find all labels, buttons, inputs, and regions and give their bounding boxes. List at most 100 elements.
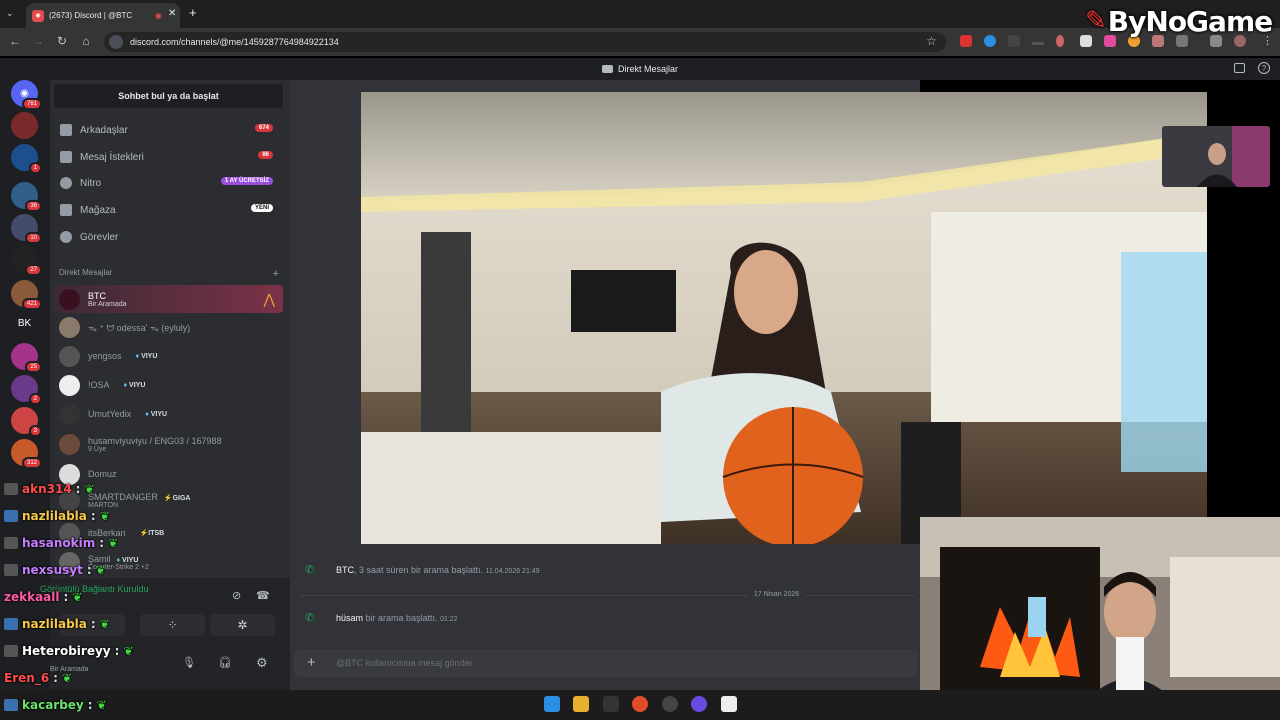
- avatar: [59, 403, 80, 425]
- chat-message: hasanokim : ❦: [4, 536, 118, 550]
- headphones-icon[interactable]: 🎧︎: [218, 656, 232, 669]
- home-icon[interactable]: ⌂: [78, 33, 94, 49]
- dm-item[interactable]: yengsos ♦ VIYU: [54, 342, 283, 370]
- shop-icon: [60, 204, 72, 216]
- leaf-emote-icon: ❦: [123, 644, 134, 658]
- tab-menu-icon[interactable]: ⌄: [6, 8, 14, 19]
- extension-icon[interactable]: [984, 35, 996, 47]
- chat-message: nazlilabla : ❦: [4, 509, 110, 523]
- settings-gear-icon[interactable]: ⚙: [256, 655, 268, 671]
- nav-message-requests[interactable]: Mesaj İstekleri 86: [54, 144, 283, 170]
- activities-button[interactable]: ⁘: [140, 614, 205, 636]
- extension-icon[interactable]: [1032, 42, 1044, 45]
- find-conversation-button[interactable]: Sohbet bul ya da başlat: [54, 84, 283, 108]
- avatar: [59, 345, 80, 367]
- extension-abp-icon[interactable]: [960, 35, 972, 47]
- guild-tag: ⚡ITSB: [139, 530, 165, 537]
- close-tab-icon[interactable]: ✕: [168, 8, 176, 19]
- create-dm-icon[interactable]: +: [273, 268, 279, 280]
- chat-message: nexsusyt : ❦: [4, 563, 106, 577]
- nav-quests[interactable]: Görevler: [54, 224, 283, 250]
- nav-shop[interactable]: Mağaza YENİ: [54, 197, 283, 223]
- server-icon[interactable]: 421: [11, 280, 42, 310]
- tab-title: (2673) Discord | @BTC: [49, 11, 133, 20]
- server-icon[interactable]: 25: [11, 343, 42, 373]
- date-divider-line: [300, 595, 915, 596]
- leaf-emote-icon: ❦: [99, 509, 110, 523]
- dm-item[interactable]: UmutYedix ♦ VIYU: [54, 400, 283, 428]
- site-info-icon[interactable]: [109, 35, 123, 49]
- dm-item-btc[interactable]: BTC Bir Aramada ⋀: [54, 285, 283, 313]
- file-explorer-icon[interactable]: [573, 696, 589, 712]
- message-input[interactable]: + @BTC kullanıcısına mesaj gönder: [294, 649, 918, 677]
- leaf-emote-icon: ❦: [72, 590, 83, 604]
- dm-item[interactable]: ᯓ ⁺ ᗢ odessa' ᯓ (eyluly): [54, 313, 283, 341]
- forward-icon[interactable]: →: [30, 33, 46, 49]
- chrome-icon[interactable]: [632, 696, 648, 712]
- document-icon[interactable]: [721, 696, 737, 712]
- avatar: [59, 433, 80, 455]
- server-bk[interactable]: BK: [11, 310, 38, 337]
- server-icon[interactable]: 10: [11, 214, 42, 244]
- new-tab-icon[interactable]: +: [189, 5, 197, 20]
- guild-tag: ♦ VIYU: [135, 352, 158, 360]
- reload-icon[interactable]: ↻: [54, 33, 70, 49]
- decoration-icon: ⋀: [263, 290, 275, 307]
- extension-icon[interactable]: [1008, 35, 1020, 47]
- friends-icon: [60, 124, 72, 136]
- app-icon[interactable]: [662, 696, 678, 712]
- dm-group-item[interactable]: husamviyuviyu / ENG03 / 167988 9 Üye: [54, 430, 283, 458]
- video-stream-tile[interactable]: [361, 92, 1207, 544]
- microphone-icon[interactable]: 🎙︎: [182, 656, 196, 669]
- disconnect-icon[interactable]: ☎: [256, 589, 270, 602]
- extension-icon[interactable]: [1056, 35, 1064, 47]
- leaf-emote-icon: ❦: [108, 536, 119, 550]
- leaf-emote-icon: ❦: [61, 671, 73, 685]
- server-icon[interactable]: 36: [11, 182, 42, 212]
- attach-plus-icon[interactable]: +: [307, 654, 316, 671]
- call-icon: ✆: [305, 564, 315, 576]
- nitro-icon: [60, 177, 72, 189]
- start-icon[interactable]: [544, 696, 560, 712]
- leaf-emote-icon: ❦: [96, 698, 107, 712]
- discord-titlebar: Direkt Mesajlar: [0, 58, 1280, 80]
- self-video-preview[interactable]: [1162, 126, 1270, 187]
- server-icon[interactable]: 1: [11, 144, 42, 174]
- call-log-entry: hüsam bir arama başlattı. 01:22: [336, 613, 458, 623]
- guild-tag: ♦ VIYU: [116, 556, 139, 564]
- server-icon[interactable]: 27: [11, 246, 42, 276]
- leaf-emote-icon: ❦: [99, 617, 110, 631]
- discord-favicon-icon: ◉: [32, 9, 44, 22]
- help-icon[interactable]: ?: [1258, 62, 1270, 74]
- brand-logo-icon: ✎: [1085, 6, 1107, 36]
- chat-message: nazlilabla : ❦: [4, 617, 110, 631]
- url-text: discord.com/channels/@me/145928776498492…: [130, 37, 339, 47]
- noise-suppression-icon[interactable]: ⊘: [232, 589, 241, 602]
- server-icon[interactable]: 3: [11, 407, 42, 437]
- home-server-icon[interactable]: ◉ 761: [11, 80, 42, 110]
- avatar: [59, 374, 80, 396]
- guild-tag: ♦ VIYU: [123, 381, 146, 389]
- dm-item[interactable]: !OSA ♦ VIYU: [54, 371, 283, 399]
- back-icon[interactable]: ←: [7, 33, 23, 49]
- url-input[interactable]: discord.com/channels/@me/145928776498492…: [104, 32, 946, 52]
- date-divider: 17 Nisan 2026: [748, 591, 806, 598]
- inbox-icon[interactable]: [1234, 63, 1245, 73]
- server-icon[interactable]: 2: [11, 375, 42, 405]
- avatar: [59, 288, 80, 310]
- chat-message: akn314 : ❦: [4, 482, 95, 496]
- avatar: [59, 316, 80, 338]
- app-icon[interactable]: [603, 696, 619, 712]
- server-icon[interactable]: [11, 112, 38, 139]
- browser-tab[interactable]: ◉ (2673) Discord | @BTC ◉: [26, 3, 180, 28]
- nav-nitro[interactable]: Nitro 1 AY ÜCRETSİZ: [54, 170, 283, 196]
- dm-section-header: Direkt Mesajlar +: [59, 268, 279, 280]
- bookmark-star-icon[interactable]: ☆: [926, 34, 937, 48]
- app-icon[interactable]: [691, 696, 707, 712]
- brand-watermark: ✎ ByNoGame: [1085, 4, 1273, 38]
- chat-message: zekkaall : ❦: [4, 590, 83, 604]
- nav-friends[interactable]: Arkadaşlar 674: [54, 117, 283, 143]
- server-icon[interactable]: 312: [11, 439, 42, 469]
- mail-icon: [60, 151, 72, 163]
- soundboard-button[interactable]: ✲: [210, 614, 275, 636]
